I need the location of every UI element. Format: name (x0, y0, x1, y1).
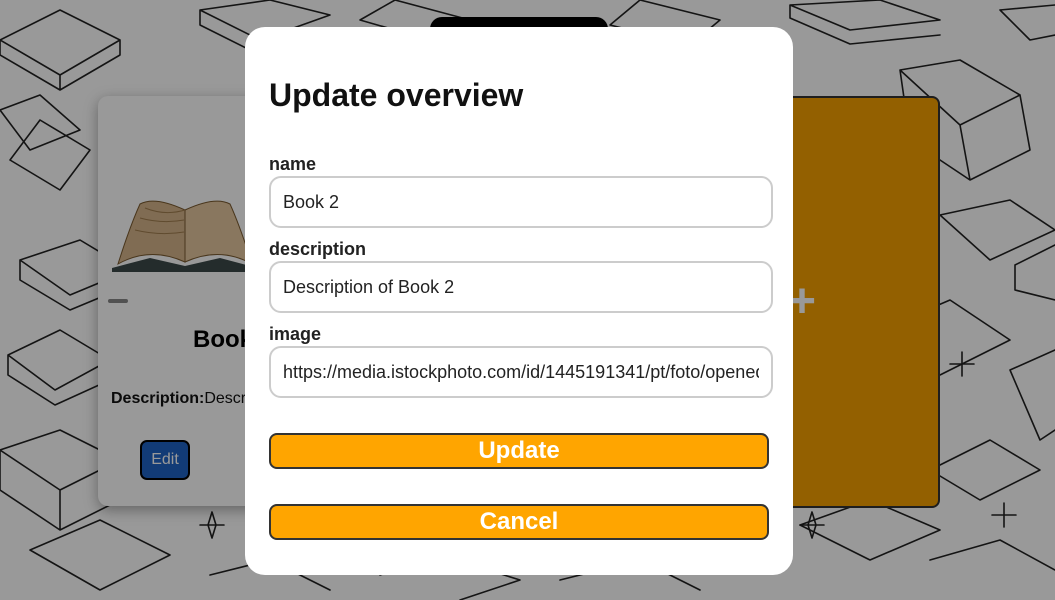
modal-title: Update overview (269, 77, 524, 113)
image-label: image (269, 324, 322, 344)
description-label: description (269, 239, 367, 259)
name-label: name (269, 154, 317, 174)
update-modal: Update overview name description image U… (245, 27, 793, 575)
update-button[interactable]: Update (269, 433, 769, 469)
cancel-button[interactable]: Cancel (269, 504, 769, 540)
name-field[interactable] (269, 176, 773, 228)
image-url-field[interactable] (269, 346, 773, 398)
description-field[interactable] (269, 261, 773, 313)
